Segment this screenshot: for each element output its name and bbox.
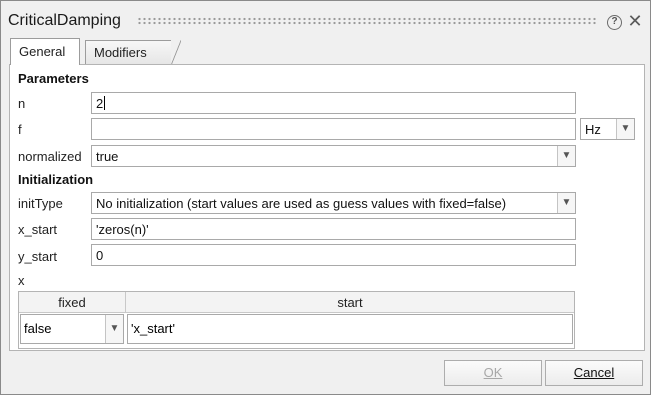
y-start-input[interactable]: 0 xyxy=(91,244,576,266)
ok-button[interactable]: OK xyxy=(444,360,542,386)
f-label: f xyxy=(18,122,22,137)
tab-bar: General Modifiers xyxy=(8,38,648,65)
inittype-label: initType xyxy=(18,196,63,211)
y-start-value: 0 xyxy=(96,248,104,263)
general-panel: Parameters n 2 f Hz ▼ normalized true ▼ … xyxy=(9,64,645,351)
y-start-label: y_start xyxy=(18,249,58,264)
f-unit-select[interactable]: Hz ▼ xyxy=(580,118,635,140)
help-icon[interactable]: ? xyxy=(607,15,622,30)
cancel-button[interactable]: Cancel xyxy=(545,360,643,386)
normalized-value: true xyxy=(96,149,119,164)
column-header-fixed[interactable]: fixed xyxy=(19,292,126,313)
chevron-down-icon[interactable]: ▼ xyxy=(616,119,634,139)
n-input[interactable]: 2 xyxy=(91,92,576,114)
x-start-input[interactable]: 'zeros(n)' xyxy=(91,218,576,240)
x-start-label: x_start xyxy=(18,222,58,237)
ok-button-label: OK xyxy=(483,365,503,380)
chevron-down-icon[interactable]: ▼ xyxy=(105,315,123,343)
x-table: fixed start false ▼ 'x_start' xyxy=(18,291,575,349)
chevron-down-icon[interactable]: ▼ xyxy=(557,193,575,213)
text-cursor xyxy=(104,96,106,110)
fixed-select[interactable]: false ▼ xyxy=(20,314,124,344)
normalized-select[interactable]: true ▼ xyxy=(91,145,576,167)
close-icon[interactable]: ✕ xyxy=(627,11,643,31)
chevron-down-icon[interactable]: ▼ xyxy=(557,146,575,166)
dialog-window: CriticalDamping ? ✕ General Modifiers Pa… xyxy=(0,0,651,395)
parameters-heading: Parameters xyxy=(18,71,89,86)
f-unit-value: Hz xyxy=(585,122,601,137)
inittype-value: No initialization (start values are used… xyxy=(96,196,507,211)
fixed-value: false xyxy=(24,321,52,336)
cancel-button-label: Cancel xyxy=(573,365,615,380)
normalized-label: normalized xyxy=(18,149,82,164)
x-label: x xyxy=(18,273,25,288)
n-label: n xyxy=(18,96,26,111)
title-bar[interactable]: CriticalDamping ? ✕ xyxy=(1,1,650,37)
initialization-heading: Initialization xyxy=(18,172,94,187)
n-value: 2 xyxy=(96,96,104,111)
x-start-value: 'zeros(n)' xyxy=(96,222,149,237)
column-header-start[interactable]: start xyxy=(126,292,574,313)
tab-general[interactable]: General xyxy=(10,38,80,65)
drag-grip[interactable] xyxy=(137,17,597,25)
window-title: CriticalDamping xyxy=(8,12,121,29)
inittype-select[interactable]: No initialization (start values are used… xyxy=(91,192,576,214)
start-input[interactable]: 'x_start' xyxy=(127,314,573,344)
tab-modifiers[interactable]: Modifiers xyxy=(85,40,181,65)
f-input[interactable] xyxy=(91,118,576,140)
start-value: 'x_start' xyxy=(131,321,175,336)
